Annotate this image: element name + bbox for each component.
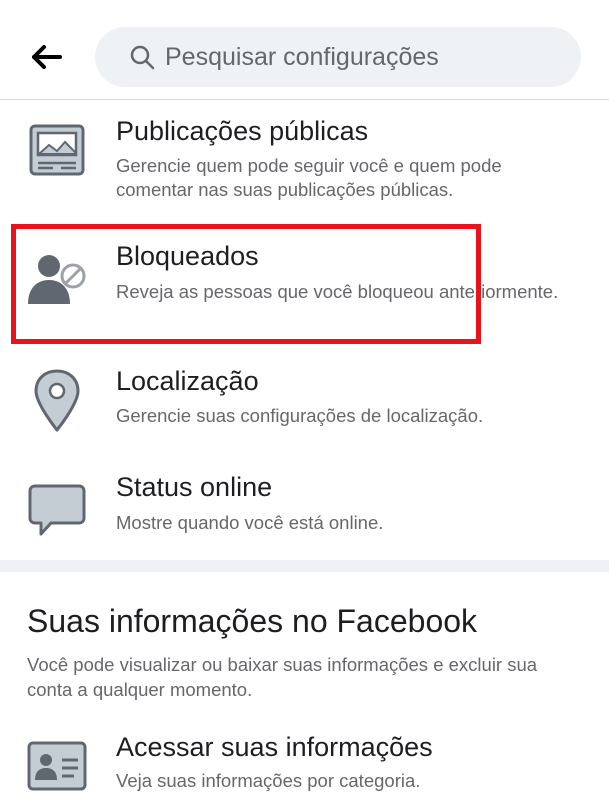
settings-item-public-posts[interactable]: Publicações públicas Gerencie quem pode …	[0, 100, 609, 210]
item-title: Publicações públicas	[116, 116, 369, 146]
search-input[interactable]	[165, 42, 565, 72]
item-title: Localização	[116, 366, 259, 396]
highlight-frame	[11, 224, 481, 344]
settings-item-location[interactable]: Localização Gerencie suas configurações …	[0, 350, 609, 460]
item-description: Gerencie quem pode seguir você e quem po…	[116, 155, 502, 200]
search-icon	[129, 44, 155, 70]
section-title: Suas informações no Facebook	[27, 603, 478, 639]
settings-item-online-status[interactable]: Status online Mostre quando você está on…	[0, 460, 609, 560]
item-description: Veja suas informações por categoria.	[116, 770, 421, 791]
item-title: Status online	[116, 472, 273, 502]
id-card-icon	[25, 734, 89, 798]
top-bar	[0, 0, 609, 100]
item-title: Acessar suas informações	[116, 732, 433, 762]
search-box[interactable]	[95, 27, 581, 87]
back-arrow-icon	[32, 45, 62, 69]
settings-item-access-info[interactable]: Acessar suas informações Veja suas infor…	[0, 720, 609, 812]
back-button[interactable]	[28, 40, 66, 74]
section-description: Você pode visualizar ou baixar suas info…	[27, 654, 538, 700]
section-divider	[0, 560, 609, 572]
item-description: Mostre quando você está online.	[116, 512, 384, 533]
chat-bubble-icon	[25, 478, 89, 542]
public-posts-icon	[25, 118, 89, 182]
item-description: Gerencie suas configurações de localizaç…	[116, 405, 484, 426]
location-pin-icon	[25, 368, 89, 432]
